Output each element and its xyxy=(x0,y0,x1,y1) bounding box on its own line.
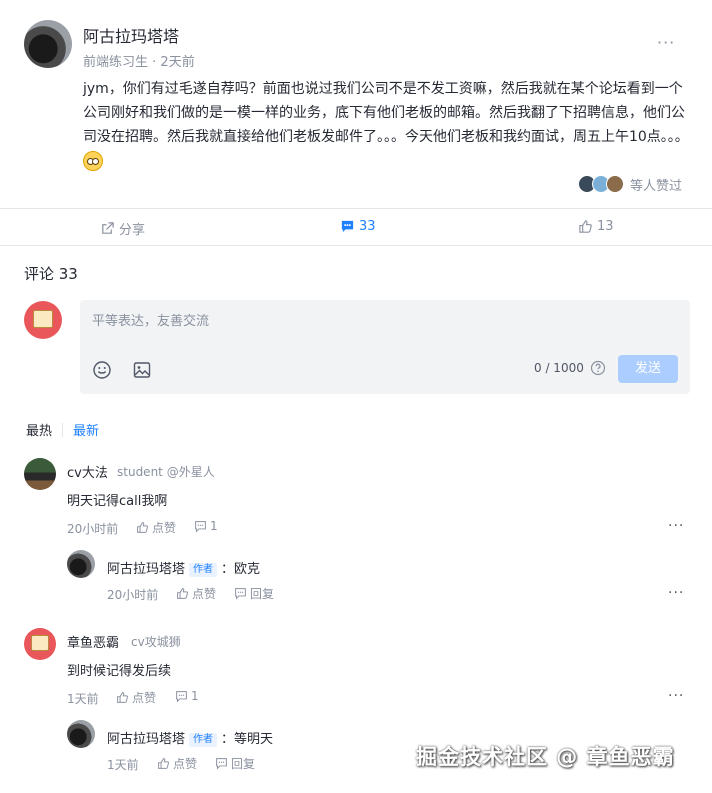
comment-time: 1天前 xyxy=(67,692,99,706)
author-badge: 作者 xyxy=(189,733,218,747)
pleading-face-emoji-icon xyxy=(83,151,103,171)
avatar-card-icon xyxy=(33,310,53,328)
sort-tabs: 最热 最新 xyxy=(26,420,99,439)
reply-time: 20小时前 xyxy=(107,588,159,602)
commenter-name[interactable]: cv大法 xyxy=(67,462,108,481)
like-label: 点赞 xyxy=(152,521,177,535)
comment-reply-button[interactable]: 1 xyxy=(194,519,218,533)
post-meta: 前端练习生 · 2天前 xyxy=(83,51,195,70)
comment-editor: 0 / 1000 发送 xyxy=(80,300,690,394)
reply-like-button[interactable]: 点赞 xyxy=(176,585,216,602)
replier-avatar[interactable] xyxy=(67,720,95,748)
reply-line: 阿古拉玛塔塔 作者 ：等明天 xyxy=(107,728,273,747)
watermark: 掘金技术社区 @ 章鱼恶霸 xyxy=(416,745,675,769)
help-icon[interactable] xyxy=(590,360,606,376)
share-icon xyxy=(102,222,114,234)
like-label: 点赞 xyxy=(192,587,217,601)
image-icon[interactable] xyxy=(132,360,152,380)
commenter-role: cv攻城狮 xyxy=(131,635,181,649)
comment-text: 明天记得call我啊 xyxy=(67,494,168,509)
comment-text: 到时候记得发后续 xyxy=(67,664,172,679)
reply-text: ：等明天 xyxy=(221,732,274,747)
thumbs-up-icon xyxy=(158,758,169,769)
post-author-name[interactable]: 阿古拉玛塔塔 xyxy=(83,23,179,47)
comment-more-icon[interactable]: ··· xyxy=(668,518,684,534)
thumbs-up-icon xyxy=(117,692,128,703)
thumbs-up-icon xyxy=(579,220,592,233)
comment-icon xyxy=(235,588,246,600)
reply-reply-button[interactable]: 回复 xyxy=(215,755,255,772)
current-user-avatar xyxy=(24,301,62,339)
emoji-icon[interactable] xyxy=(92,360,112,380)
comment-button[interactable]: 33 xyxy=(340,219,376,234)
post-body-text: jym，你们有过毛遂自荐吗？前面也说过我们公司不是不发工资嘛，然后我就在某个论坛… xyxy=(83,81,689,145)
author-badge: 作者 xyxy=(189,563,218,577)
thumbs-up-icon xyxy=(177,588,188,599)
sort-new-tab[interactable]: 最新 xyxy=(73,420,99,439)
reply-label: 回复 xyxy=(231,757,256,771)
post-body: jym，你们有过毛遂自荐吗？前面也说过我们公司不是不发工资嘛，然后我就在某个论坛… xyxy=(83,77,693,173)
replier-name[interactable]: 阿古拉玛塔塔 xyxy=(107,732,185,747)
comment-input[interactable] xyxy=(92,310,672,332)
replier-avatar[interactable] xyxy=(67,550,95,578)
like-label: 点赞 xyxy=(132,691,157,705)
comments-title: 评论 33 xyxy=(24,265,78,283)
reply-count: 1 xyxy=(210,519,218,533)
send-button[interactable]: 发送 xyxy=(618,355,678,383)
avatar-card-icon xyxy=(31,635,49,651)
comment-time: 20小时前 xyxy=(67,522,119,536)
comment-icon xyxy=(176,690,187,703)
author-avatar[interactable] xyxy=(24,20,72,68)
comment-like-button[interactable]: 点赞 xyxy=(116,689,156,706)
comment-more-icon[interactable]: ··· xyxy=(668,688,684,704)
comment-icon xyxy=(341,220,354,233)
commenter-avatar[interactable] xyxy=(24,628,56,660)
commenter-name[interactable]: 章鱼恶霸 xyxy=(67,632,119,651)
comment-icon xyxy=(216,758,227,770)
share-button[interactable]: 分享 xyxy=(100,219,145,238)
reply-like-button[interactable]: 点赞 xyxy=(157,755,197,772)
comment-count: 33 xyxy=(359,219,376,234)
post-author-role: 前端练习生 xyxy=(83,55,149,70)
like-count: 13 xyxy=(597,219,614,234)
char-counter: 0 / 1000 xyxy=(534,361,584,375)
divider xyxy=(0,245,712,246)
liker-avatar xyxy=(606,175,624,193)
reply-text: ：欧克 xyxy=(221,562,261,577)
likers-text: 等人赞过 xyxy=(630,178,683,194)
reply-reply-button[interactable]: 回复 xyxy=(234,585,274,602)
divider xyxy=(62,422,64,437)
post-time: 2天前 xyxy=(160,55,195,70)
commenter-avatar[interactable] xyxy=(24,458,56,490)
reply-count: 1 xyxy=(191,689,199,703)
comment-like-button[interactable]: 点赞 xyxy=(136,519,176,536)
replier-name[interactable]: 阿古拉玛塔塔 xyxy=(107,562,185,577)
like-label: 点赞 xyxy=(173,757,198,771)
thumbs-up-icon xyxy=(137,522,148,533)
reply-time: 1天前 xyxy=(107,758,139,772)
post-more-icon[interactable]: ··· xyxy=(657,33,675,52)
comment-icon xyxy=(195,520,206,533)
comment-reply-button[interactable]: 1 xyxy=(175,689,199,703)
sort-hot-tab[interactable]: 最热 xyxy=(26,420,52,439)
reply-label: 回复 xyxy=(250,587,275,601)
likers-row[interactable]: 等人赞过 xyxy=(578,174,682,194)
commenter-role: student @外星人 xyxy=(117,465,215,479)
post-actions-bar: 分享 33 13 xyxy=(0,209,712,245)
reply-more-icon[interactable]: ··· xyxy=(668,585,684,601)
like-button[interactable]: 13 xyxy=(578,219,614,234)
reply-line: 阿古拉玛塔塔 作者 ：欧克 xyxy=(107,558,260,577)
share-label: 分享 xyxy=(119,223,146,238)
